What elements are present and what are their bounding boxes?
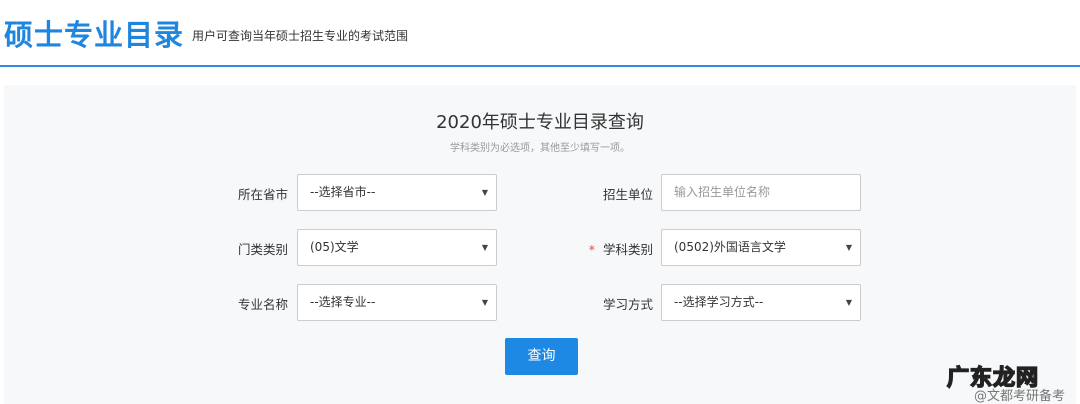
category-select[interactable]: (05)文学 ▼: [297, 229, 497, 266]
major-value: --选择专业--: [310, 295, 376, 309]
form-title: 2020年硕士专业目录查询: [436, 112, 644, 133]
category-label: 门类类别: [237, 242, 288, 257]
study-mode-value: --选择学习方式--: [674, 295, 764, 309]
study-mode-label: 学习方式: [602, 297, 653, 312]
institution-input[interactable]: 输入招生单位名称: [661, 174, 861, 211]
institution-placeholder: 输入招生单位名称: [674, 185, 771, 199]
page-subtitle: 用户可查询当年硕士招生专业的考试范围: [192, 29, 409, 43]
discipline-select[interactable]: (0502)外国语言文学 ▼: [661, 229, 861, 266]
dropdown-arrow-icon: ▼: [481, 188, 488, 197]
major-label: 专业名称: [237, 297, 288, 312]
province-label: 所在省市: [237, 187, 288, 202]
study-mode-select[interactable]: --选择学习方式-- ▼: [661, 284, 861, 321]
form-hint: 学科类别为必选项，其他至少填写一项。: [450, 143, 630, 154]
discipline-label: * 学科类别: [563, 239, 653, 258]
dropdown-arrow-icon: ▼: [845, 243, 852, 252]
watermark-credit: @文都考研备考: [974, 389, 1066, 404]
discipline-value: (0502)外国语言文学: [674, 240, 786, 254]
major-select[interactable]: --选择专业-- ▼: [297, 284, 497, 321]
dropdown-arrow-icon: ▼: [481, 243, 488, 252]
province-value: --选择省市--: [310, 185, 376, 199]
discipline-label-text: 学科类别: [602, 242, 653, 257]
province-select[interactable]: --选择省市-- ▼: [297, 174, 497, 211]
dropdown-arrow-icon: ▼: [481, 298, 488, 307]
category-value: (05)文学: [310, 240, 359, 254]
search-button[interactable]: 查询: [505, 338, 578, 375]
page-title: 硕士专业目录: [4, 18, 185, 52]
institution-label: 招生单位: [602, 187, 653, 202]
dropdown-arrow-icon: ▼: [845, 298, 852, 307]
page-header: 硕士专业目录 用户可查询当年硕士招生专业的考试范围: [0, 0, 1080, 67]
required-mark: *: [588, 242, 595, 257]
